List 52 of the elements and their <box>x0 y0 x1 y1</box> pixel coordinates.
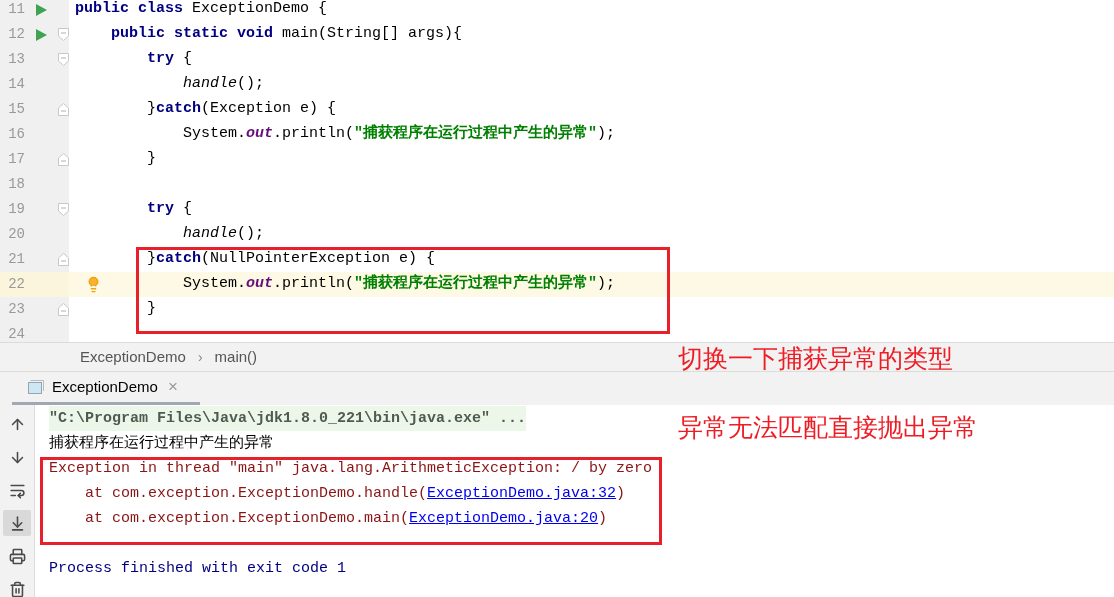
annotation-text: 异常无法匹配直接抛出异常 <box>678 412 978 444</box>
code-line: } <box>147 299 157 320</box>
code-line: handle(); <box>183 224 265 245</box>
run-icon[interactable] <box>35 28 47 41</box>
tab-label: ExceptionDemo <box>52 376 158 397</box>
code-line: try { <box>147 199 193 220</box>
breadcrumb-item[interactable]: ExceptionDemo <box>80 345 186 369</box>
source-link[interactable]: ExceptionDemo.java:32 <box>427 485 617 502</box>
code-line: try { <box>147 49 193 70</box>
console-tool-button[interactable] <box>3 510 31 536</box>
line-number: 11 <box>7 0 26 19</box>
line-number: 16 <box>7 125 26 144</box>
code-line: public class ExceptionDemo { <box>75 0 328 20</box>
console-line: Exception in thread "main" java.lang.ArithmeticException: / by zero <box>49 459 653 479</box>
line-number: 17 <box>7 150 26 169</box>
line-number: 15 <box>7 100 26 119</box>
console-line: 捕获程序在运行过程中产生的异常 <box>49 433 274 454</box>
print-icon <box>8 547 26 565</box>
breadcrumb-item[interactable]: main() <box>214 345 258 369</box>
line-number: 14 <box>7 75 26 94</box>
fold-marker-icon[interactable] <box>58 203 69 216</box>
line-number: 24 <box>7 325 26 342</box>
run-icon[interactable] <box>35 3 47 16</box>
fold-marker-icon[interactable] <box>58 303 69 316</box>
line-number: 23 <box>7 300 26 319</box>
fold-marker-icon[interactable] <box>58 153 69 166</box>
line-number: 21 <box>7 250 26 269</box>
breadcrumb-separator: › <box>197 347 203 367</box>
code-line: }catch(Exception e) { <box>147 99 337 120</box>
line-number: 20 <box>7 225 26 244</box>
fold-marker-icon[interactable] <box>58 53 69 66</box>
fold-marker-icon[interactable] <box>58 103 69 116</box>
console-line: at com.exception.ExceptionDemo.handle(ExceptionDemo.java:32) <box>84 484 626 504</box>
trash-icon <box>8 580 26 597</box>
fold-marker-icon[interactable] <box>58 253 69 266</box>
line-number: 12 <box>7 25 26 44</box>
code-line: }catch(NullPointerException e) { <box>147 249 436 270</box>
code-line: public static void main(String[] args){ <box>111 24 463 45</box>
line-number: 22 <box>7 275 26 294</box>
line-number: 18 <box>7 175 26 194</box>
code-line: System.out.println("捕获程序在运行过程中产生的异常"); <box>183 123 616 145</box>
line-number: 19 <box>7 200 26 219</box>
code-line: System.out.println("捕获程序在运行过程中产生的异常"); <box>183 273 616 295</box>
code-line: handle(); <box>183 74 265 95</box>
console-line: Process finished with exit code 1 <box>49 559 347 579</box>
code-line: } <box>147 149 157 170</box>
console-window-icon <box>28 380 44 394</box>
fold-marker-icon[interactable] <box>58 28 69 41</box>
line-number: 13 <box>7 50 26 69</box>
source-link[interactable]: ExceptionDemo.java:20 <box>409 510 599 527</box>
console-line: at com.exception.ExceptionDemo.main(ExceptionDemo.java:20) <box>84 509 608 529</box>
annotation-text: 切换一下捕获异常的类型 <box>678 343 953 375</box>
